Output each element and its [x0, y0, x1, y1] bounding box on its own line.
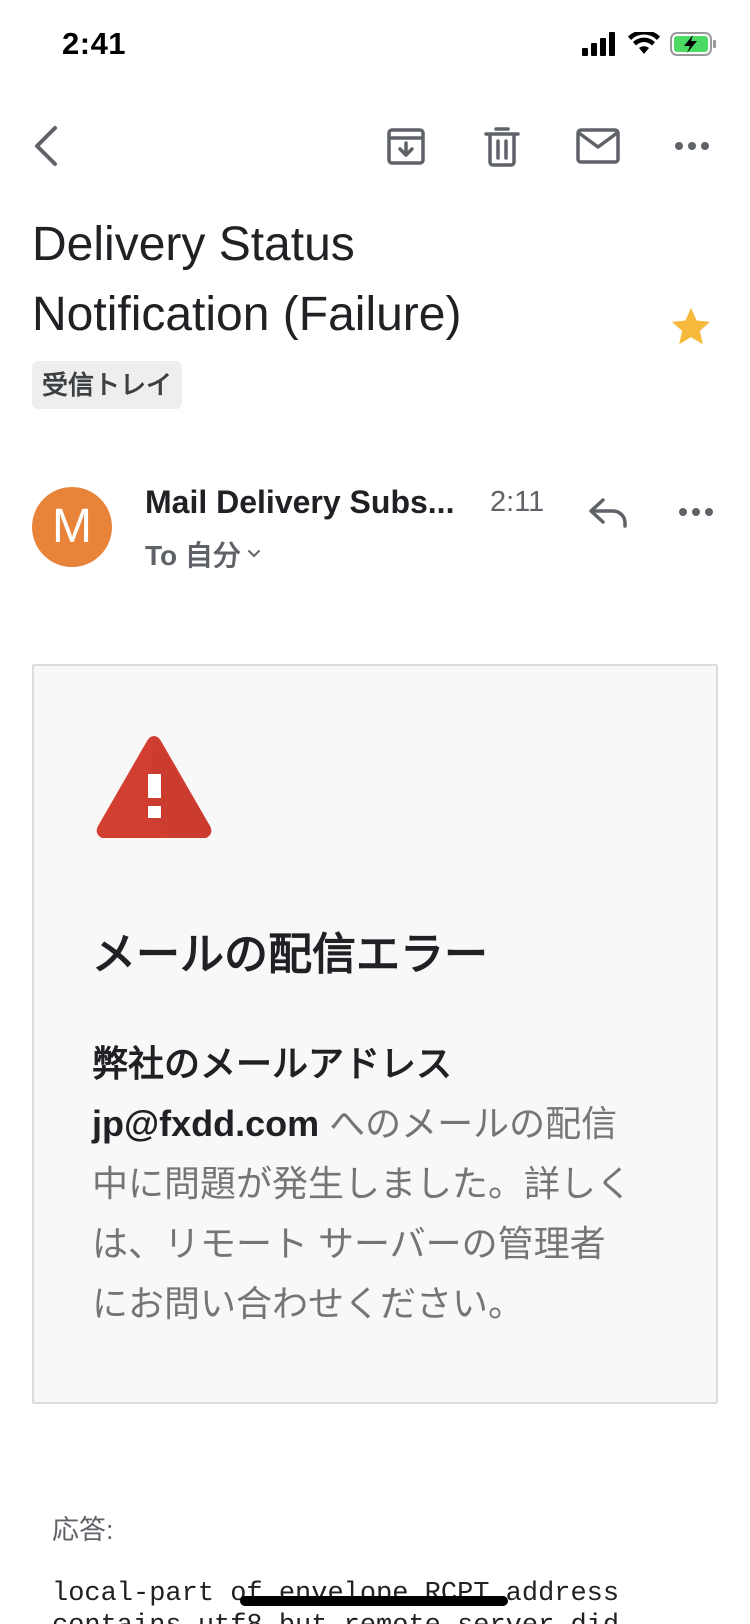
home-indicator[interactable]	[240, 1596, 508, 1606]
back-icon	[35, 126, 57, 166]
avatar[interactable]: M	[32, 487, 112, 567]
email-time: 2:11	[490, 486, 545, 518]
archive-icon	[387, 128, 425, 165]
error-message-line-1: へのメールの配信	[319, 1103, 618, 1144]
status-icons	[582, 29, 718, 62]
error-message-line-4: にお問い合わせください。	[92, 1283, 525, 1324]
reply-button[interactable]	[580, 488, 636, 536]
message-more-button[interactable]	[668, 488, 724, 536]
error-message-line-3: は、リモート サーバーの管理者	[92, 1223, 606, 1264]
delete-icon	[484, 127, 520, 167]
subject-line-2: Notification (Failure)	[32, 288, 462, 341]
status-bar: 2:41	[0, 0, 750, 92]
recipient-address: jp@fxdd.com	[92, 1103, 320, 1144]
battery-charging-icon	[670, 31, 718, 61]
inbox-label-chip[interactable]: 受信トレイ	[32, 361, 183, 409]
subject-line-1: Delivery Status	[32, 218, 355, 271]
wifi-icon	[628, 29, 660, 61]
delete-button[interactable]	[474, 118, 530, 174]
more-options-button[interactable]	[664, 118, 720, 174]
error-message-line-2: 中に問題が発生しました。詳しく	[92, 1163, 633, 1204]
status-time: 2:41	[62, 26, 127, 61]
error-title: メールの配信エラー	[92, 930, 488, 979]
star-button[interactable]	[668, 304, 714, 350]
toolbar	[0, 108, 750, 180]
more-icon	[679, 508, 713, 516]
mark-unread-icon	[576, 128, 620, 164]
back-button[interactable]	[18, 118, 74, 174]
error-message: 弊社のメールアドレス jp@fxdd.com へのメールの配信 中に問題が発生し…	[92, 1034, 672, 1334]
delivery-error-card: メールの配信エラー 弊社のメールアドレス jp@fxdd.com へのメールの配…	[32, 664, 718, 1404]
mark-unread-button[interactable]	[570, 118, 626, 174]
chevron-down-icon	[247, 550, 260, 558]
more-icon	[675, 142, 709, 150]
email-screen: 2:41 Delivery Status Notification (Failu…	[0, 0, 750, 1624]
sender-name: Mail Delivery Subs...	[145, 484, 455, 520]
recipient-details[interactable]: To 自分	[145, 534, 261, 574]
email-subject: Delivery Status Notification (Failure)	[32, 210, 632, 350]
recipient-text: To 自分	[145, 540, 241, 571]
error-message-bold-1: 弊社のメールアドレス	[92, 1043, 453, 1084]
star-icon	[671, 307, 711, 345]
response-label: 応答:	[52, 1515, 114, 1545]
archive-button[interactable]	[378, 118, 434, 174]
cellular-signal-icon	[582, 31, 618, 61]
warning-icon	[92, 732, 216, 842]
reply-icon	[589, 498, 627, 528]
